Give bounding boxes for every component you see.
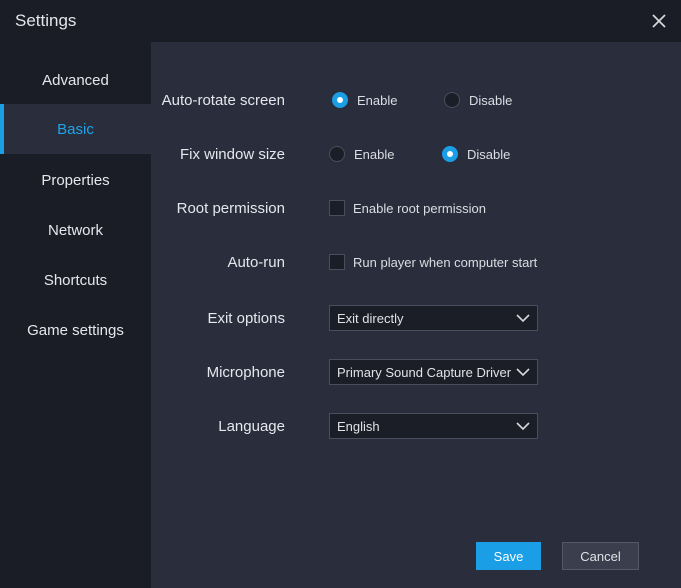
exit-options-label: Exit options [207, 310, 285, 327]
close-icon[interactable] [646, 8, 672, 34]
microphone-label: Microphone [206, 364, 285, 381]
chevron-down-icon [516, 422, 530, 431]
fix-window-disable-radio[interactable]: Disable [442, 146, 510, 162]
microphone-select[interactable]: Primary Sound Capture Driver [329, 359, 538, 385]
sidebar-item-properties[interactable]: Properties [0, 155, 151, 205]
settings-panel: Auto-rotate screen Enable Disable Fix wi… [151, 42, 681, 588]
sidebar-item-shortcuts[interactable]: Shortcuts [0, 255, 151, 305]
sidebar-item-advanced[interactable]: Advanced [0, 55, 151, 105]
sidebar-item-label: Game settings [27, 321, 124, 339]
radio-label: Disable [467, 146, 511, 162]
radio-unselected-icon [444, 92, 460, 108]
sidebar-item-label: Basic [57, 120, 94, 138]
window-title: Settings [15, 11, 77, 30]
fix-window-label: Fix window size [179, 146, 285, 163]
select-value: Primary Sound Capture Driver [337, 365, 512, 380]
select-value: English [337, 419, 380, 434]
radio-label: Enable [354, 146, 395, 162]
sidebar-item-label: Shortcuts [43, 271, 108, 289]
fix-window-enable-radio[interactable]: Enable [329, 146, 394, 162]
sidebar-item-network[interactable]: Network [0, 205, 151, 255]
title-bar: Settings [0, 0, 681, 42]
radio-unselected-icon [329, 146, 345, 162]
sidebar-item-label: Network [47, 221, 103, 239]
root-permission-checkbox[interactable]: Enable root permission [329, 200, 486, 216]
sidebar-item-label: Advanced [42, 71, 109, 89]
radio-selected-icon [332, 92, 348, 108]
auto-run-label: Auto-run [227, 254, 285, 271]
radio-label: Disable [469, 92, 513, 108]
select-value: Exit directly [337, 311, 404, 326]
radio-label: Enable [357, 92, 398, 108]
checkbox-label: Enable root permission [353, 200, 486, 216]
cancel-button[interactable]: Cancel [562, 542, 639, 570]
auto-run-checkbox[interactable]: Run player when computer start [329, 254, 537, 270]
language-select[interactable]: English [329, 413, 538, 439]
save-button[interactable]: Save [476, 542, 541, 570]
auto-rotate-label: Auto-rotate screen [161, 92, 285, 109]
checkbox-icon [329, 254, 345, 270]
chevron-down-icon [516, 368, 530, 377]
sidebar-item-game-settings[interactable]: Game settings [0, 305, 151, 355]
sidebar-item-basic[interactable]: Basic [0, 104, 151, 154]
exit-options-select[interactable]: Exit directly [329, 305, 538, 331]
sidebar-item-label: Properties [41, 171, 110, 189]
auto-rotate-disable-radio[interactable]: Disable [444, 92, 512, 108]
sidebar: Advanced Basic Properties Network Shortc… [0, 42, 151, 588]
root-permission-label: Root permission [176, 200, 285, 217]
checkbox-label: Run player when computer start [353, 254, 538, 270]
auto-rotate-enable-radio[interactable]: Enable [332, 92, 397, 108]
radio-selected-icon [442, 146, 458, 162]
checkbox-icon [329, 200, 345, 216]
language-label: Language [218, 418, 285, 435]
chevron-down-icon [516, 314, 530, 323]
